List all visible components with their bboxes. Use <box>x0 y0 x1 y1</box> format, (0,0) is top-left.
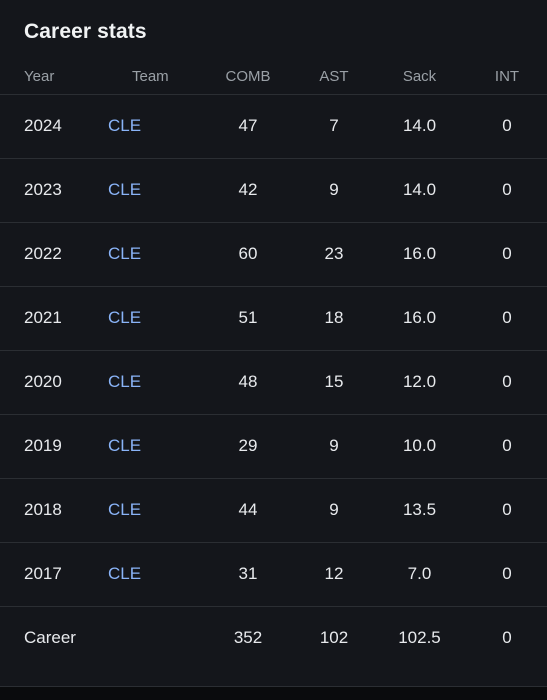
table-row: 2019 CLE 29 9 10.0 0 <box>0 413 547 478</box>
team-link[interactable]: CLE <box>108 372 141 391</box>
table-row: 2022 CLE 60 23 16.0 0 <box>0 221 547 286</box>
cell-team: CLE <box>108 221 200 286</box>
cell-team: CLE <box>108 93 200 158</box>
column-header-sack: Sack <box>402 68 437 86</box>
cell-team: CLE <box>108 413 200 478</box>
cell-comb: 48 <box>200 349 296 414</box>
cell-year: 2023 <box>0 157 108 222</box>
cell-ast: 7 <box>296 93 372 158</box>
cell-sack: 7.0 <box>372 541 467 606</box>
table-header-row: Year Team COMB AST Sack INT <box>0 60 547 94</box>
career-stats-table: Year Team COMB AST Sack INT 2024 CLE 47 7 14… <box>0 60 547 670</box>
cell-year: 2019 <box>0 413 108 478</box>
column-header-int: INT <box>494 68 520 86</box>
cell-sack: 12.0 <box>372 349 467 414</box>
career-total-label: Career <box>0 605 108 670</box>
cell-sack: 14.0 <box>372 93 467 158</box>
cell-ast: 15 <box>296 349 372 414</box>
column-header-ast: AST <box>319 68 349 86</box>
cell-year: 2020 <box>0 349 108 414</box>
cell-year: 2024 <box>0 93 108 158</box>
cell-team: CLE <box>108 157 200 222</box>
cell-int: 0 <box>467 221 547 286</box>
cell-sack: 16.0 <box>372 285 467 350</box>
team-link[interactable]: CLE <box>108 500 141 519</box>
table-body: 2024 CLE 47 7 14.0 0 2023 CLE 42 9 14.0 0 2022 CLE 60 2… <box>0 93 547 670</box>
cell-int: 0 <box>467 605 547 670</box>
cell-team <box>108 605 200 670</box>
cell-sack: 16.0 <box>372 221 467 286</box>
cell-sack: 102.5 <box>372 605 467 670</box>
cell-team: CLE <box>108 349 200 414</box>
table-row: 2018 CLE 44 9 13.5 0 <box>0 477 547 542</box>
column-header-comb: COMB <box>225 68 271 86</box>
cell-sack: 13.5 <box>372 477 467 542</box>
card-bottom-divider <box>0 686 547 687</box>
career-stats-card: Career stats Year Team COMB AST Sack INT… <box>0 0 547 687</box>
table-row: 2017 CLE 31 12 7.0 0 <box>0 541 547 606</box>
table-row: 2020 CLE 48 15 12.0 0 <box>0 349 547 414</box>
cell-sack: 14.0 <box>372 157 467 222</box>
page-bottom-band <box>0 687 547 700</box>
cell-comb: 352 <box>200 605 296 670</box>
table-row: 2021 CLE 51 18 16.0 0 <box>0 285 547 350</box>
cell-comb: 47 <box>200 93 296 158</box>
cell-year: 2021 <box>0 285 108 350</box>
cell-int: 0 <box>467 541 547 606</box>
cell-ast: 18 <box>296 285 372 350</box>
cell-int: 0 <box>467 477 547 542</box>
team-link[interactable]: CLE <box>108 180 141 199</box>
table-row: 2024 CLE 47 7 14.0 0 <box>0 93 547 158</box>
cell-int: 0 <box>467 93 547 158</box>
cell-year: 2017 <box>0 541 108 606</box>
team-link[interactable]: CLE <box>108 436 141 455</box>
page-title: Career stats <box>24 20 147 43</box>
cell-int: 0 <box>467 285 547 350</box>
cell-comb: 60 <box>200 221 296 286</box>
cell-sack: 10.0 <box>372 413 467 478</box>
team-link[interactable]: CLE <box>108 564 141 583</box>
cell-comb: 44 <box>200 477 296 542</box>
cell-team: CLE <box>108 477 200 542</box>
cell-team: CLE <box>108 285 200 350</box>
cell-ast: 12 <box>296 541 372 606</box>
cell-ast: 9 <box>296 477 372 542</box>
cell-ast: 9 <box>296 157 372 222</box>
cell-year: 2018 <box>0 477 108 542</box>
column-header-year: Year <box>24 68 55 86</box>
column-header-team: Team <box>132 68 169 86</box>
cell-comb: 42 <box>200 157 296 222</box>
team-link[interactable]: CLE <box>108 308 141 327</box>
table-header: Year Team COMB AST Sack INT <box>0 60 547 94</box>
cell-ast: 102 <box>296 605 372 670</box>
table-row: 2023 CLE 42 9 14.0 0 <box>0 157 547 222</box>
cell-comb: 31 <box>200 541 296 606</box>
cell-ast: 9 <box>296 413 372 478</box>
cell-year: 2022 <box>0 221 108 286</box>
cell-ast: 23 <box>296 221 372 286</box>
cell-team: CLE <box>108 541 200 606</box>
cell-comb: 29 <box>200 413 296 478</box>
cell-int: 0 <box>467 349 547 414</box>
cell-int: 0 <box>467 157 547 222</box>
cell-comb: 51 <box>200 285 296 350</box>
table-row: Career 352 102 102.5 0 <box>0 605 547 670</box>
team-link[interactable]: CLE <box>108 244 141 263</box>
cell-int: 0 <box>467 413 547 478</box>
team-link[interactable]: CLE <box>108 116 141 135</box>
